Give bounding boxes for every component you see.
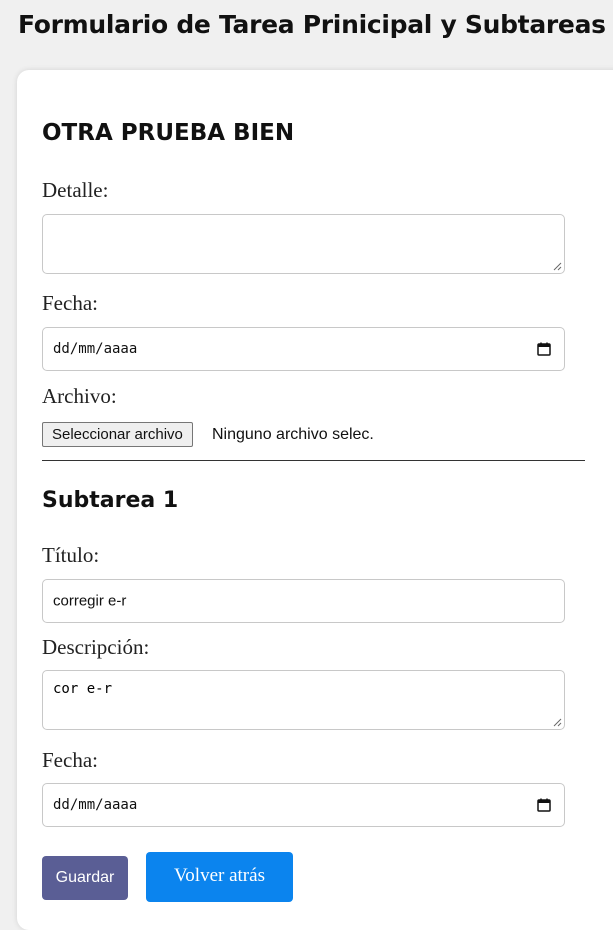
- subtask-title-input[interactable]: corregir e-r: [42, 579, 565, 623]
- subtask-title-value: corregir e-r: [53, 592, 127, 610]
- page-title: Formulario de Tarea Prinicipal y Subtare…: [18, 10, 606, 39]
- resize-handle-icon[interactable]: [552, 717, 562, 727]
- subtask-date-label: Fecha:: [42, 748, 98, 772]
- section-divider: [42, 460, 585, 461]
- subtask-description-value: cor e-r: [53, 681, 113, 697]
- resize-handle-icon[interactable]: [552, 261, 562, 271]
- detail-label: Detalle:: [42, 178, 109, 202]
- choose-file-button[interactable]: Seleccionar archivo: [42, 422, 193, 447]
- task-date-input[interactable]: dd/mm/aaaa: [42, 327, 565, 371]
- task-date-label: Fecha:: [42, 291, 98, 315]
- detail-textarea[interactable]: [42, 214, 565, 274]
- subtask-description-textarea[interactable]: cor e-r: [42, 670, 565, 730]
- subtask-title-label: Título:: [42, 543, 100, 567]
- subtask-heading: Subtarea 1: [42, 488, 179, 513]
- subtask-date-input[interactable]: dd/mm/aaaa: [42, 783, 565, 827]
- calendar-icon[interactable]: [537, 342, 551, 356]
- calendar-icon[interactable]: [537, 798, 551, 812]
- subtask-date-placeholder: dd/mm/aaaa: [53, 797, 138, 813]
- task-date-placeholder: dd/mm/aaaa: [53, 341, 138, 357]
- task-title: OTRA PRUEBA BIEN: [42, 120, 295, 146]
- file-status: Ninguno archivo selec.: [212, 426, 374, 443]
- subtask-description-label: Descripción:: [42, 635, 150, 659]
- back-button[interactable]: Volver atrás: [146, 852, 293, 902]
- file-label: Archivo:: [42, 384, 117, 408]
- save-button[interactable]: Guardar: [42, 856, 128, 900]
